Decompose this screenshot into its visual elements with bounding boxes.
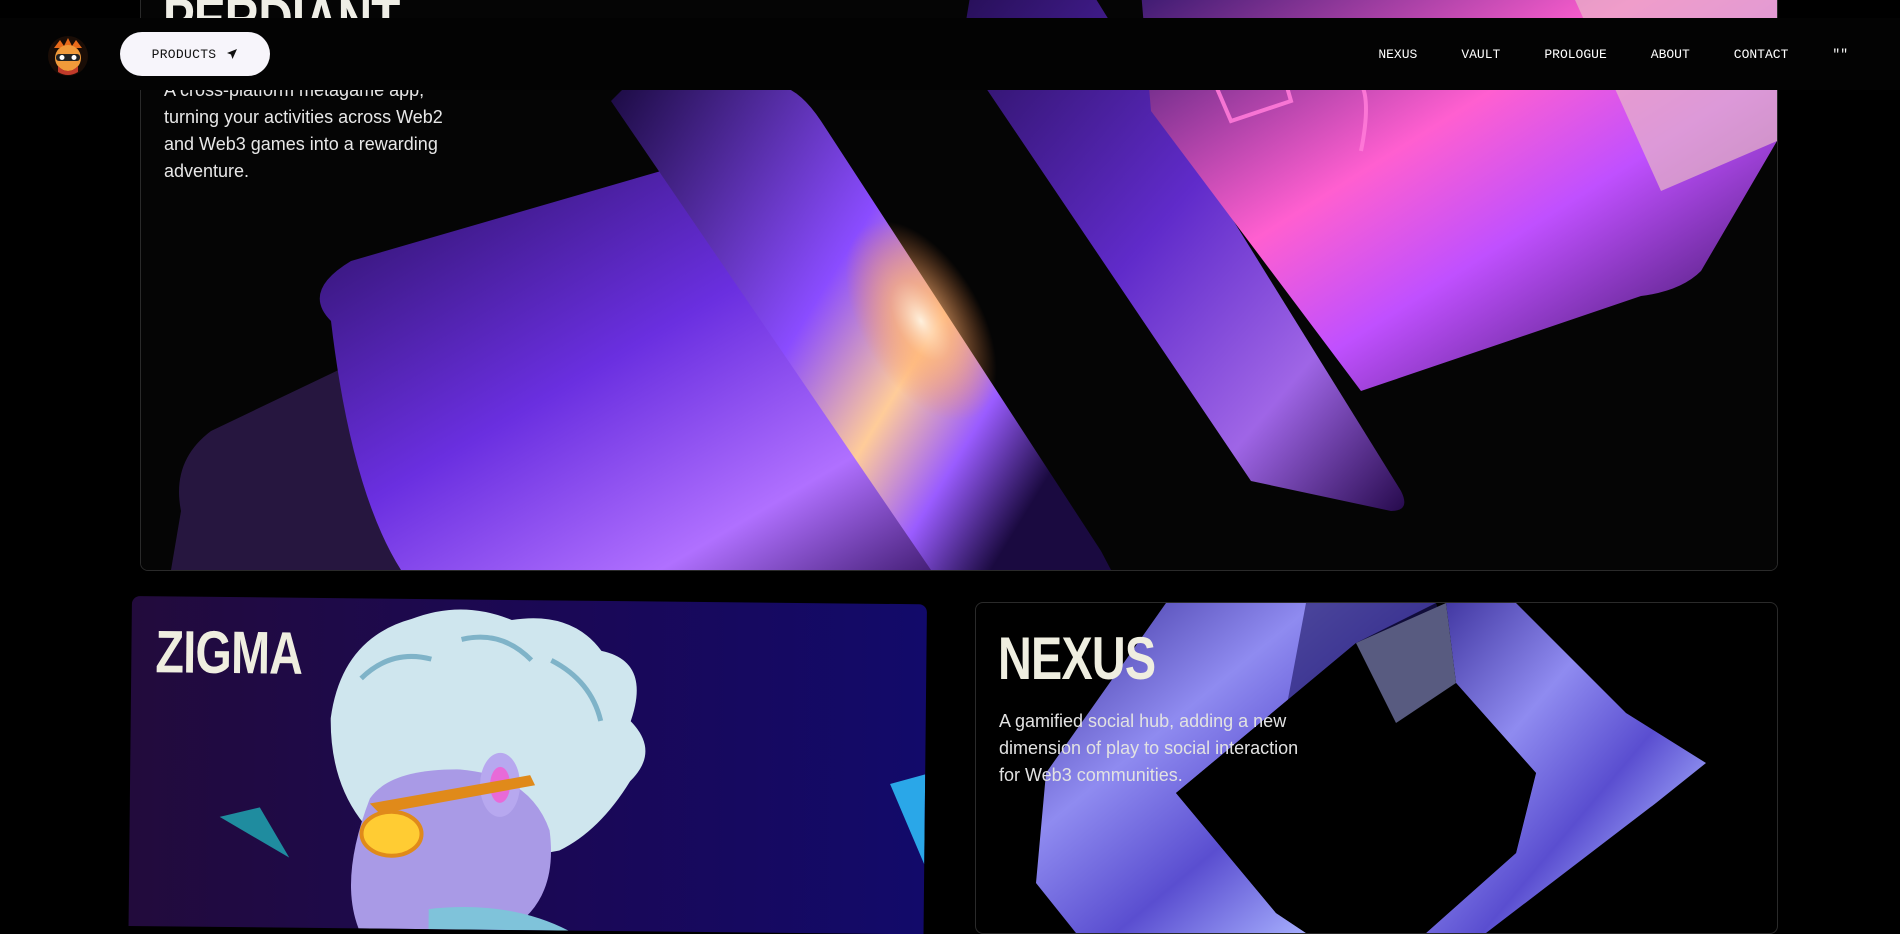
- product-card-nexus[interactable]: NEXUS A gamified social hub, adding a ne…: [975, 602, 1778, 934]
- products-button-label: PRODUCTS: [151, 46, 217, 62]
- nav-link-prologue[interactable]: PROLOGUE: [1544, 47, 1606, 62]
- nav-link-about[interactable]: ABOUT: [1651, 47, 1690, 62]
- top-navbar: PRODUCTS NEXUS VAULT PROLOGUE ABOUT CONT…: [0, 18, 1900, 90]
- nav-link-extra[interactable]: "": [1832, 47, 1848, 62]
- nav-links: NEXUS VAULT PROLOGUE ABOUT CONTACT "": [1378, 18, 1848, 90]
- product-description-nexus: A gamified social hub, adding a new dime…: [999, 711, 1299, 785]
- product-title-nexus: NEXUS: [998, 625, 1156, 692]
- nav-link-nexus[interactable]: NEXUS: [1378, 47, 1417, 62]
- paper-plane-icon: [227, 49, 238, 59]
- products-button[interactable]: PRODUCTS: [120, 32, 270, 76]
- nav-link-contact[interactable]: CONTACT: [1734, 47, 1789, 62]
- product-card-zigma[interactable]: ZIGMA: [128, 596, 927, 934]
- product-title-zigma: ZIGMA: [155, 618, 303, 687]
- product-description-perdiant: A cross-platform metagame app, turning y…: [164, 80, 443, 181]
- nav-link-vault[interactable]: VAULT: [1461, 47, 1500, 62]
- ninja-mascot-icon[interactable]: [46, 34, 90, 78]
